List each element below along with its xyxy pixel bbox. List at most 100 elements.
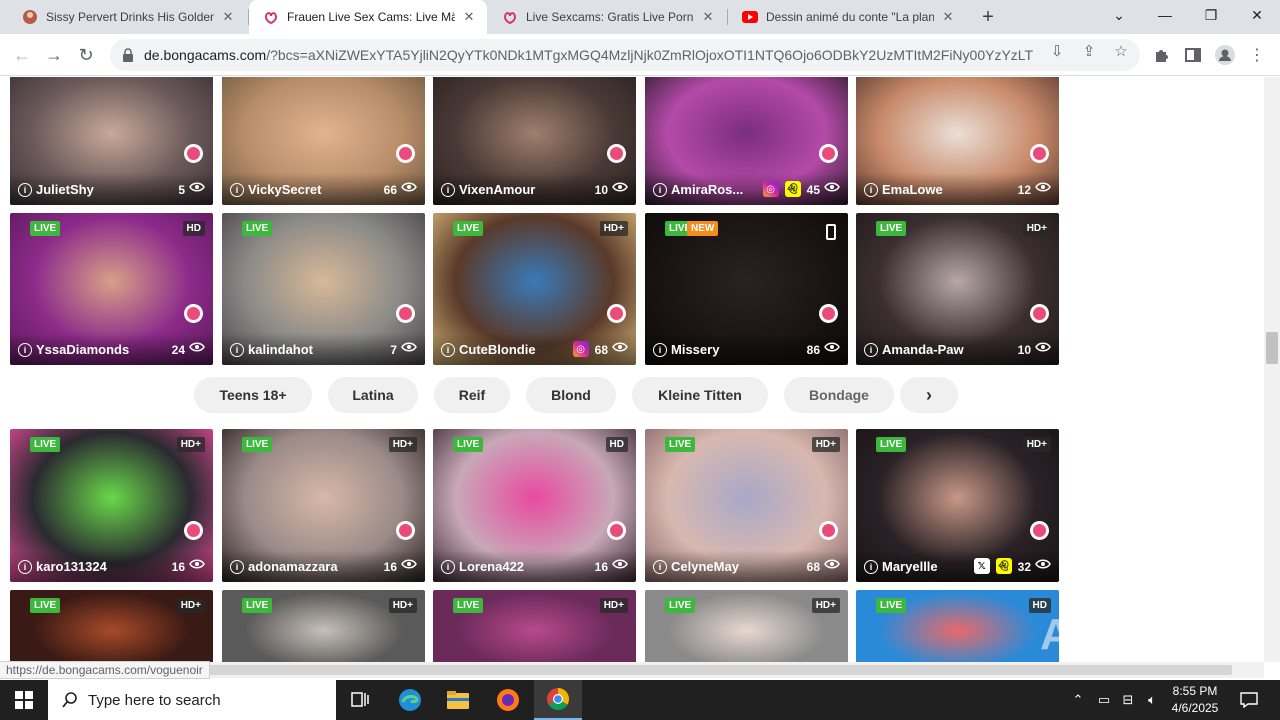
- taskbar-search-box[interactable]: Type here to search: [48, 680, 336, 720]
- category-chip-latina[interactable]: Latina: [328, 377, 418, 413]
- cam-tile[interactable]: LIVE HD+ i adonamazzara 16: [222, 429, 425, 582]
- tab-2[interactable]: Frauen Live Sex Cams: Live Mäd ✕: [249, 0, 487, 34]
- cam-tile[interactable]: i JulietShy 5: [10, 77, 213, 205]
- bongacams-heart-icon[interactable]: [819, 144, 838, 163]
- cam-tile[interactable]: LIVE HD i Lorena422 16: [433, 429, 636, 582]
- cam-tile[interactable]: i VickySecret 66: [222, 77, 425, 205]
- tab-3[interactable]: Live Sexcams: Gratis Live Porn C ✕: [488, 0, 726, 34]
- bongacams-heart-icon[interactable]: [1030, 521, 1049, 540]
- vertical-scrollbar[interactable]: [1264, 77, 1280, 662]
- cam-tile[interactable]: i VixenAmour 10: [433, 77, 636, 205]
- bongacams-heart-icon[interactable]: [1030, 144, 1049, 163]
- close-window-button[interactable]: ✕: [1234, 0, 1280, 30]
- cam-tile[interactable]: LIVE HD+: [433, 590, 636, 662]
- cam-tile[interactable]: i AmiraRos... ◎ 👻︎ 45: [645, 77, 848, 205]
- tab-4[interactable]: Dessin animé du conte "La planè ✕: [728, 0, 966, 34]
- ethernet-icon[interactable]: ⊟: [1118, 690, 1138, 710]
- maximize-button[interactable]: ❐: [1188, 0, 1234, 30]
- tray-chevron-up-icon[interactable]: ⌃: [1068, 690, 1088, 710]
- category-chip-kleine-titten[interactable]: Kleine Titten: [632, 377, 768, 413]
- cam-tile[interactable]: LIVE HD+ i Maryellle 𝕏 👻︎ 32: [856, 429, 1059, 582]
- notifications-icon[interactable]: [1238, 690, 1260, 710]
- bongacams-heart-icon[interactable]: [184, 144, 203, 163]
- bongacams-heart-icon[interactable]: [184, 304, 203, 323]
- address-bar[interactable]: de.bongacams.com/?bcs=aXNiZWExYTA5YjliN2…: [110, 39, 1140, 71]
- close-tab-icon[interactable]: ✕: [700, 9, 716, 25]
- share-icon[interactable]: ⇪: [1080, 42, 1098, 60]
- forward-button[interactable]: →: [40, 41, 68, 69]
- category-chip-blond[interactable]: Blond: [526, 377, 616, 413]
- network-icon[interactable]: ▭: [1094, 690, 1114, 710]
- cam-tile[interactable]: LIVE HD i YssaDiamonds 24: [10, 213, 213, 365]
- instagram-icon[interactable]: ◎: [762, 181, 779, 197]
- profile-avatar-icon[interactable]: [1214, 44, 1236, 66]
- info-icon[interactable]: i: [230, 183, 244, 197]
- extensions-puzzle-icon[interactable]: [1150, 44, 1172, 66]
- cam-tile[interactable]: LIVE HD+ i Amanda-Paw 10: [856, 213, 1059, 365]
- close-tab-icon[interactable]: ✕: [220, 9, 236, 25]
- cam-tile[interactable]: LIVE HD: [856, 590, 1059, 662]
- category-chip-teens[interactable]: Teens 18+: [194, 377, 312, 413]
- file-explorer-taskbar-button[interactable]: [434, 680, 482, 720]
- x-twitter-icon[interactable]: 𝕏: [973, 558, 990, 574]
- side-panel-icon[interactable]: [1182, 44, 1204, 66]
- category-next-chevron-icon[interactable]: ›: [900, 377, 958, 413]
- bongacams-heart-icon[interactable]: [184, 521, 203, 540]
- instagram-icon[interactable]: ◎: [572, 341, 589, 357]
- info-icon[interactable]: i: [653, 560, 667, 574]
- edge-taskbar-button[interactable]: [386, 680, 434, 720]
- minimize-button[interactable]: —: [1142, 0, 1188, 30]
- vertical-scrollbar-thumb[interactable]: [1266, 332, 1278, 364]
- category-chip-bondage[interactable]: Bondage: [784, 377, 894, 413]
- volume-icon[interactable]: 🔈︎: [1142, 690, 1162, 710]
- info-icon[interactable]: i: [18, 183, 32, 197]
- bongacams-heart-icon[interactable]: [396, 521, 415, 540]
- back-button[interactable]: ←: [8, 41, 36, 69]
- bongacams-heart-icon[interactable]: [607, 304, 626, 323]
- info-icon[interactable]: i: [441, 560, 455, 574]
- cam-tile[interactable]: LIVE HD+: [222, 590, 425, 662]
- cam-tile[interactable]: LIVE NEW i Missery 86: [645, 213, 848, 365]
- bongacams-heart-icon[interactable]: [396, 144, 415, 163]
- bongacams-heart-icon[interactable]: [819, 304, 838, 323]
- cam-tile[interactable]: LIVE HD+ i CuteBlondie ◎ 68: [433, 213, 636, 365]
- start-button[interactable]: [0, 680, 48, 720]
- close-tab-icon[interactable]: ✕: [461, 9, 477, 25]
- info-icon[interactable]: i: [864, 343, 878, 357]
- info-icon[interactable]: i: [441, 183, 455, 197]
- info-icon[interactable]: i: [18, 560, 32, 574]
- info-icon[interactable]: i: [18, 343, 32, 357]
- bongacams-heart-icon[interactable]: [396, 304, 415, 323]
- install-app-icon[interactable]: ⇩: [1048, 42, 1066, 60]
- cam-tile[interactable]: LIVE i kalindahot 7: [222, 213, 425, 365]
- new-tab-button[interactable]: +: [976, 5, 1000, 29]
- info-icon[interactable]: i: [230, 343, 244, 357]
- info-icon[interactable]: i: [864, 183, 878, 197]
- snapchat-icon[interactable]: 👻︎: [784, 181, 801, 197]
- cam-tile[interactable]: LIVE HD+ i CelyneMay 68: [645, 429, 848, 582]
- info-icon[interactable]: i: [653, 343, 667, 357]
- tab-1[interactable]: Sissy Pervert Drinks His Golden p ✕: [8, 0, 246, 34]
- bongacams-heart-icon[interactable]: [607, 521, 626, 540]
- info-icon[interactable]: i: [864, 560, 878, 574]
- tab-search-chevron-icon[interactable]: ⌄: [1096, 0, 1142, 30]
- bongacams-heart-icon[interactable]: [607, 144, 626, 163]
- cam-tile[interactable]: LIVE HD+: [645, 590, 848, 662]
- firefox-taskbar-button[interactable]: [484, 680, 532, 720]
- lock-icon[interactable]: [120, 47, 136, 63]
- bongacams-heart-icon[interactable]: [1030, 304, 1049, 323]
- info-icon[interactable]: i: [441, 343, 455, 357]
- close-tab-icon[interactable]: ✕: [940, 9, 956, 25]
- info-icon[interactable]: i: [653, 183, 667, 197]
- info-icon[interactable]: i: [230, 560, 244, 574]
- chrome-taskbar-button[interactable]: [534, 680, 582, 720]
- reload-button[interactable]: ↻: [72, 41, 100, 69]
- taskbar-clock[interactable]: 8:55 PM 4/6/2025: [1160, 683, 1230, 717]
- cam-tile[interactable]: i EmaLowe 12: [856, 77, 1059, 205]
- menu-kebab-icon[interactable]: ⋮: [1246, 44, 1268, 66]
- snapchat-icon[interactable]: 👻︎: [995, 558, 1012, 574]
- task-view-button[interactable]: [336, 680, 384, 720]
- bookmark-star-icon[interactable]: ☆: [1112, 42, 1130, 60]
- cam-tile[interactable]: LIVE HD+ i karo131324 16: [10, 429, 213, 582]
- cam-tile[interactable]: LIVE HD+: [10, 590, 213, 662]
